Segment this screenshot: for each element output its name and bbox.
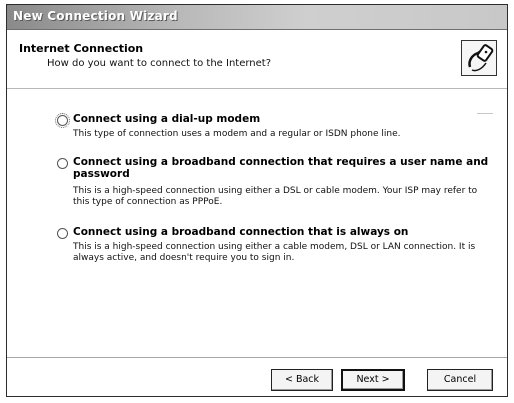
dialup-description: This type of connection uses a modem and… bbox=[73, 129, 401, 139]
back-button[interactable]: < Back bbox=[271, 369, 333, 391]
page-subheading: How do you want to connect to the Intern… bbox=[47, 58, 272, 69]
title-bar[interactable]: New Connection Wizard bbox=[7, 5, 507, 30]
broadband-always-on-radio[interactable] bbox=[57, 228, 68, 239]
broadband-password-label[interactable]: Connect using a broadband connection tha… bbox=[73, 156, 493, 180]
decorative-line bbox=[477, 113, 493, 114]
cancel-button[interactable]: Cancel bbox=[427, 369, 493, 391]
broadband-password-description: This is a high-speed connection using ei… bbox=[73, 186, 478, 207]
dialup-label[interactable]: Connect using a dial-up modem bbox=[73, 113, 260, 125]
broadband-always-on-label[interactable]: Connect using a broadband connection tha… bbox=[73, 226, 408, 238]
footer-separator bbox=[7, 357, 507, 358]
network-cable-icon bbox=[461, 40, 497, 76]
wizard-window: New Connection Wizard Internet Connectio… bbox=[6, 4, 508, 397]
page-heading: Internet Connection bbox=[19, 42, 144, 55]
wizard-header: Internet Connection How do you want to c… bbox=[7, 30, 507, 89]
window-title: New Connection Wizard bbox=[13, 9, 178, 23]
broadband-always-on-description: This is a high-speed connection using ei… bbox=[73, 242, 476, 263]
next-button[interactable]: Next > bbox=[341, 369, 405, 391]
dialup-radio[interactable] bbox=[55, 113, 70, 128]
broadband-password-radio[interactable] bbox=[57, 158, 68, 169]
